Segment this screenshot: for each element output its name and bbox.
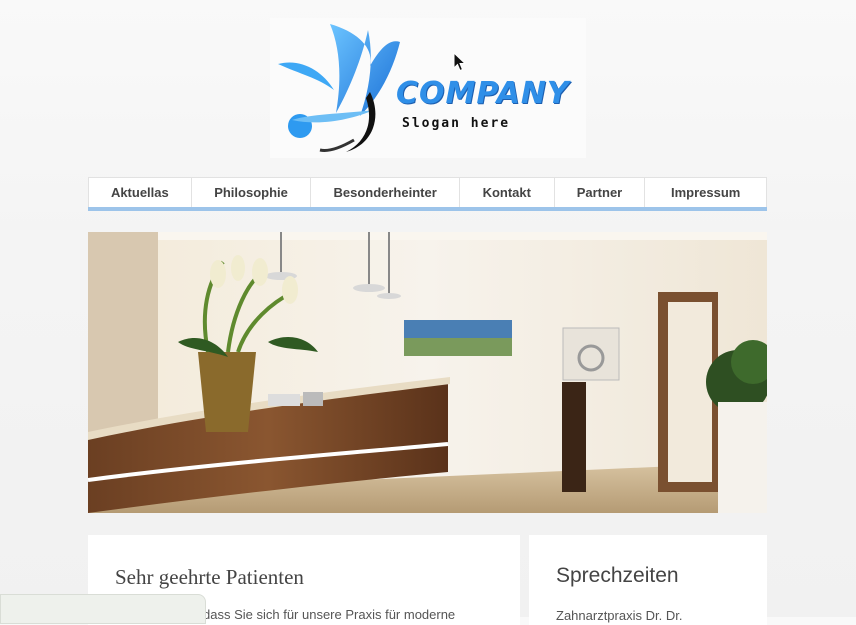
office-hours-panel: Sprechzeiten Zahnarztpraxis Dr. Dr. [529, 535, 767, 625]
nav-item-impressum[interactable]: Impressum [645, 178, 766, 207]
welcome-text: dass Sie sich für unsere Praxis für mode… [203, 607, 456, 622]
office-hours-heading: Sprechzeiten [556, 564, 679, 587]
logo-company-text: COMPANY [396, 76, 570, 111]
nav-item-kontakt[interactable]: Kontakt [460, 178, 555, 207]
nav-item-besonderheinter[interactable]: Besonderheinter [311, 178, 460, 207]
logo-slogan-text: Slogan here [402, 116, 511, 131]
nav-item-partner[interactable]: Partner [555, 178, 646, 207]
mouse-pointer-icon [453, 52, 467, 72]
main-nav: Aktuellas Philosophie Besonderheinter Ko… [88, 177, 767, 207]
nav-item-aktuellas[interactable]: Aktuellas [89, 178, 192, 207]
notification-panel[interactable] [0, 594, 206, 624]
welcome-heading: Sehr geehrte Patienten [115, 565, 304, 589]
hero-image [88, 232, 767, 513]
nav-accent-line [88, 207, 767, 211]
office-hours-text: Zahnarztpraxis Dr. Dr. [556, 608, 683, 623]
site-logo[interactable]: COMPANY Slogan here [270, 18, 586, 158]
nav-item-philosophie[interactable]: Philosophie [192, 178, 312, 207]
reception-photo [88, 232, 767, 513]
